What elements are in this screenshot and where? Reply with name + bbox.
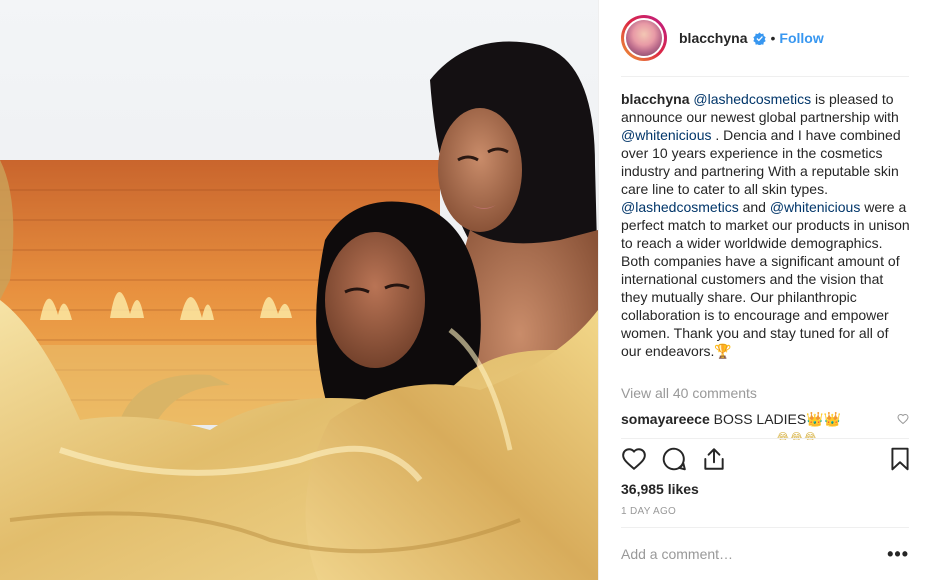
mention-lashedcosmetics[interactable]: @lashedcosmetics (693, 91, 811, 107)
mention-lashedcosmetics-2[interactable]: @lashedcosmetics (621, 199, 739, 215)
avatar[interactable] (624, 18, 664, 58)
caption-username[interactable]: blacchyna (621, 91, 689, 107)
share-icon[interactable] (701, 446, 727, 472)
view-all-comments-link[interactable]: View all 40 comments (621, 385, 757, 401)
actions-divider (621, 438, 909, 439)
post-photo[interactable] (0, 0, 598, 580)
small-heart-icon[interactable] (897, 413, 909, 425)
caption: blacchyna @lashedcosmetics is pleased to… (621, 90, 911, 360)
more-options-button[interactable]: ••• (887, 544, 909, 565)
action-bar (621, 446, 917, 476)
header-divider (621, 76, 909, 77)
separator-dot: • (770, 30, 776, 46)
comment-text: BOSS LADIES👑👑 (713, 411, 842, 427)
trophy-emoji: 🏆 (714, 343, 732, 359)
post-timestamp[interactable]: 1 DAY AGO (621, 506, 676, 517)
photo-image (0, 0, 598, 580)
instagram-post: blacchyna • Follow blacchyna @lashedcosm… (0, 0, 931, 580)
header-username[interactable]: blacchyna (679, 30, 747, 46)
mention-whitenicious-2[interactable]: @whitenicious (770, 199, 860, 215)
comment-username[interactable]: somayareece (621, 411, 710, 427)
avatar-story-ring[interactable] (621, 15, 667, 61)
follow-button[interactable]: Follow (779, 30, 823, 46)
post-sidebar: blacchyna • Follow blacchyna @lashedcosm… (598, 0, 931, 580)
caption-text-4: were a perfect match to market our produ… (621, 199, 910, 359)
comment-item: somayareece BOSS LADIES👑👑 (621, 411, 911, 428)
add-comment-input[interactable]: Add a comment… (621, 546, 733, 562)
comment-bubble-icon[interactable] (661, 446, 687, 472)
heart-icon[interactable] (621, 446, 647, 472)
bookmark-icon[interactable] (887, 446, 913, 472)
mention-whitenicious[interactable]: @whitenicious (621, 127, 711, 143)
verified-badge-icon (753, 31, 767, 45)
caption-text-3: and (738, 199, 770, 215)
comment-divider (621, 527, 909, 528)
likes-count[interactable]: 36,985 likes (621, 481, 699, 497)
post-header: blacchyna • Follow (599, 0, 931, 76)
